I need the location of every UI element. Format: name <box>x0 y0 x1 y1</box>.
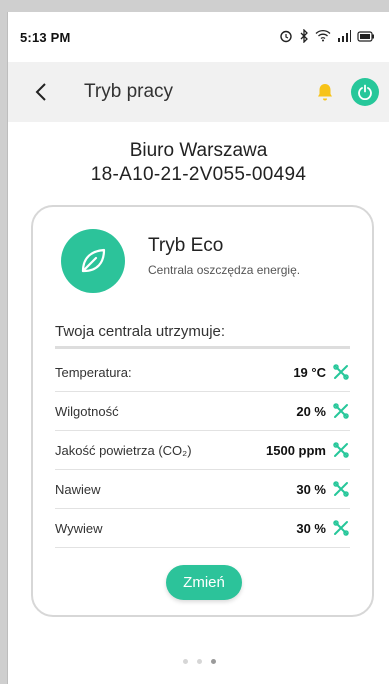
phone-screen: 5:13 PM Tryb pracy Biuro Warszawa 18-A10… <box>7 12 389 684</box>
param-label: Nawiew <box>55 481 101 497</box>
param-row-temperature: Temperatura: 19 °C <box>55 353 350 392</box>
param-row-exhaust: Wywiew 30 % <box>55 509 350 548</box>
maintain-heading: Twoja centrala utrzymuje: <box>55 323 350 349</box>
page-title: Tryb pracy <box>84 81 174 102</box>
mode-title: Tryb Eco <box>148 235 224 256</box>
param-value: 1500 ppm <box>266 442 326 458</box>
tools-icon[interactable] <box>332 519 350 537</box>
param-value: 30 % <box>296 520 326 536</box>
mode-text: Tryb Eco Centrala oszczędza energię. <box>148 235 300 277</box>
tools-icon[interactable] <box>332 402 350 420</box>
power-icon <box>358 84 372 100</box>
param-value: 30 % <box>296 481 326 497</box>
alarm-icon <box>279 29 293 46</box>
bluetooth-icon <box>299 27 309 46</box>
mode-card: Tryb Eco Centrala oszczędza energię. Two… <box>31 205 374 617</box>
status-icons <box>279 27 375 46</box>
mode-icon-badge <box>61 229 125 293</box>
leaf-icon <box>81 248 106 273</box>
parameters-list: Temperatura: 19 °C Wilgotność 20 % Jakoś… <box>55 353 350 548</box>
param-label: Jakość powietrza (CO₂) <box>55 442 192 458</box>
back-button[interactable] <box>26 77 56 107</box>
param-value: 19 °C <box>293 364 326 380</box>
status-bar: 5:13 PM <box>8 12 389 62</box>
page-dot-active[interactable] <box>210 659 216 664</box>
mode-header: Tryb Eco Centrala oszczędza energię. <box>61 229 372 293</box>
signal-icon <box>337 29 351 45</box>
param-value: 20 % <box>296 403 326 419</box>
screen-top-edge <box>0 0 389 12</box>
chevron-left-icon <box>35 83 46 101</box>
status-time: 5:13 PM <box>20 29 71 45</box>
power-button[interactable] <box>351 78 379 106</box>
bell-icon <box>318 84 332 101</box>
device-name: Biuro Warszawa <box>129 140 268 161</box>
tools-icon[interactable] <box>332 363 350 381</box>
param-row-supply: Nawiew 30 % <box>55 470 350 509</box>
param-label: Temperatura: <box>55 364 132 380</box>
battery-icon <box>357 30 375 45</box>
param-label: Wilgotność <box>55 403 119 419</box>
mode-description: Centrala oszczędza energię. <box>148 263 301 277</box>
notifications-button[interactable] <box>311 78 339 106</box>
page-dot[interactable] <box>196 659 202 664</box>
app-bar: Tryb pracy <box>8 62 389 122</box>
param-row-humidity: Wilgotność 20 % <box>55 392 350 431</box>
tools-icon[interactable] <box>332 480 350 498</box>
tools-icon[interactable] <box>332 441 350 459</box>
param-label: Wywiew <box>55 520 103 536</box>
wifi-icon <box>315 29 331 45</box>
page-indicator <box>8 659 389 664</box>
page-dot[interactable] <box>182 659 188 664</box>
change-button[interactable]: Zmień <box>166 565 242 600</box>
device-serial: 18-A10-21-2V055-00494 <box>90 163 307 185</box>
param-row-air-quality: Jakość powietrza (CO₂) 1500 ppm <box>55 431 350 470</box>
